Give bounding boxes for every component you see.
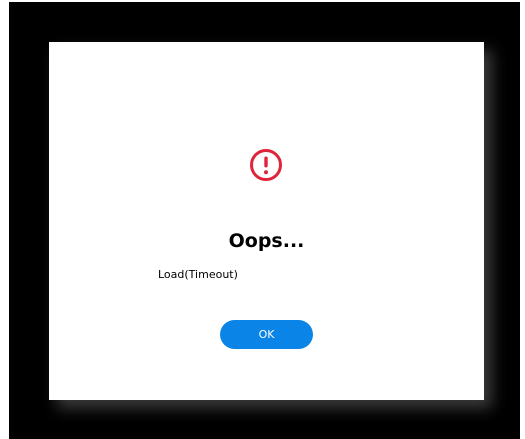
error-dialog: Oops... Load(Timeout) OK [49, 42, 484, 400]
dialog-title: Oops... [228, 230, 305, 252]
dialog-message: Load(Timeout) [158, 268, 238, 281]
exclamation-circle-icon [250, 149, 282, 181]
ok-button[interactable]: OK [220, 320, 313, 349]
